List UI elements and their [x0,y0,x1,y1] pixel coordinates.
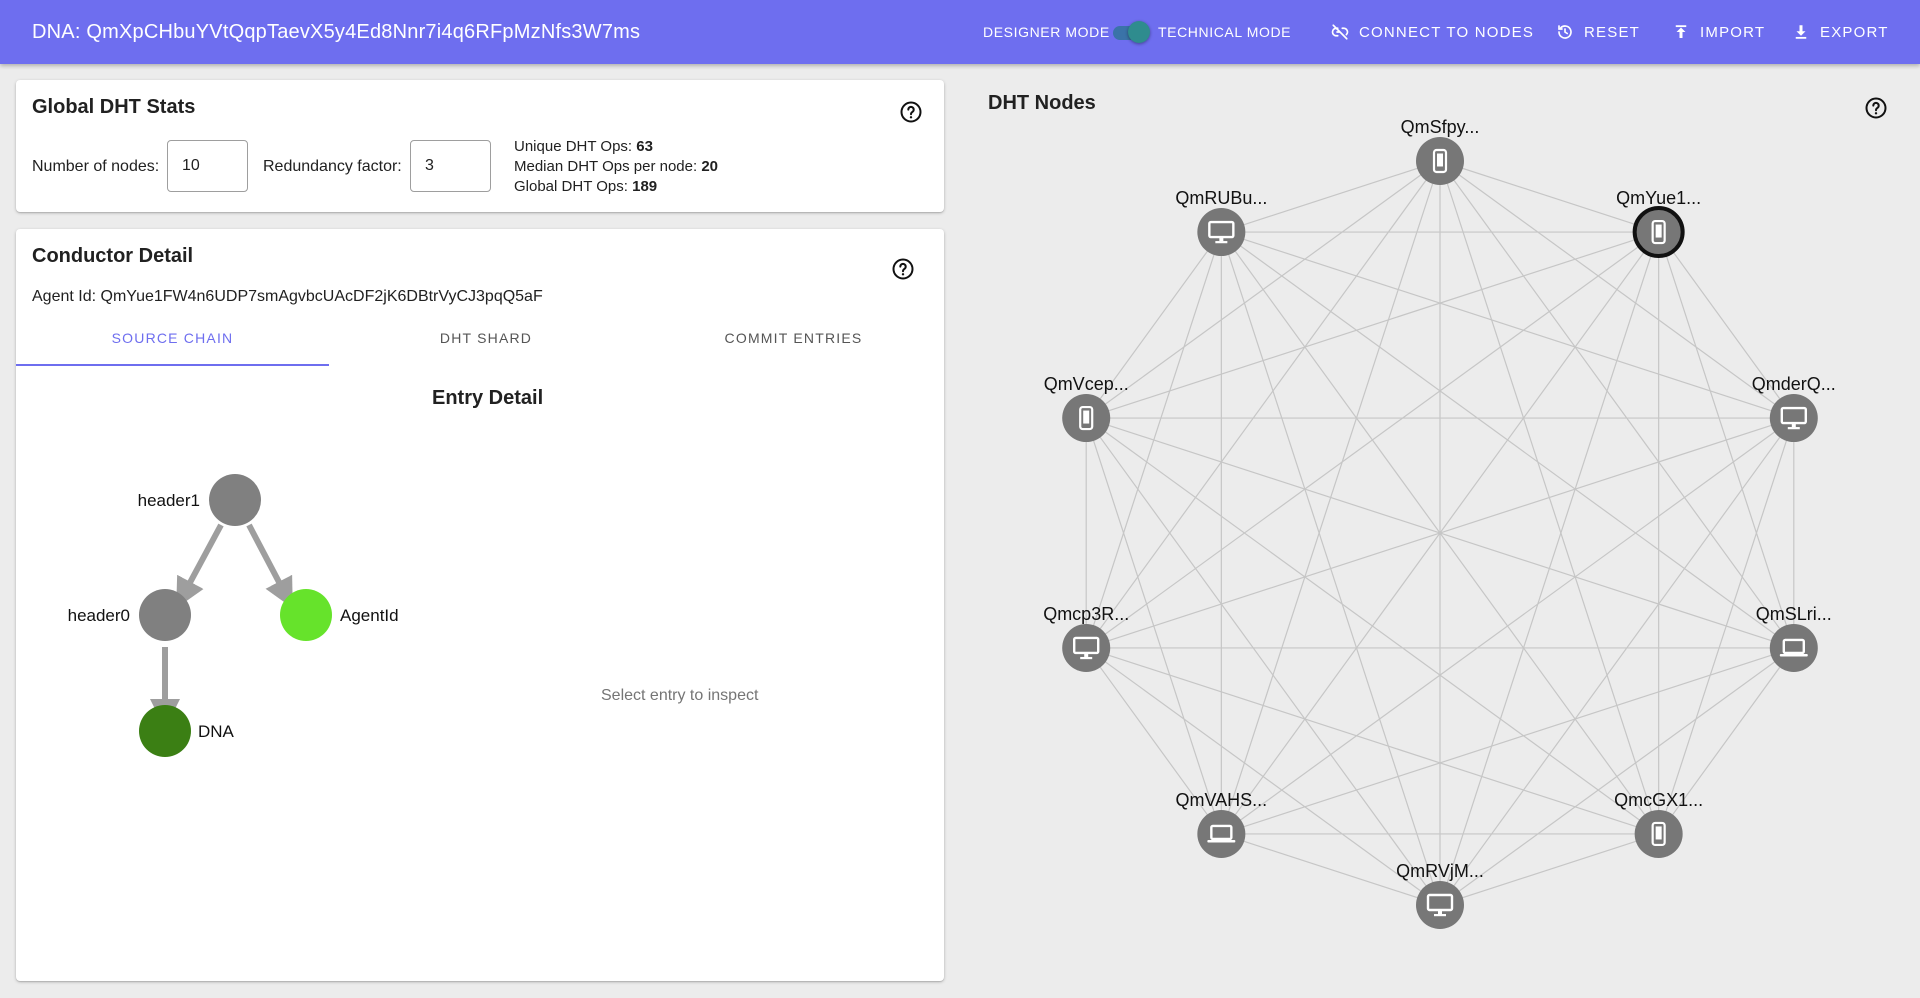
dht-ops-stats: Unique DHT Ops: 63 Median DHT Ops per no… [514,137,718,197]
tab-indicator [16,364,329,366]
chain-node-dna[interactable]: DNA [139,705,235,757]
dht-edge [1085,417,1222,835]
dht-node-label: QmRUBu... [1175,188,1267,208]
redundancy-factor-input[interactable] [410,140,491,192]
global-ops-row: Global DHT Ops: 189 [514,177,718,197]
dht-edge [1085,417,1660,835]
dht-edge [1085,231,1222,649]
help-icon[interactable] [899,100,923,124]
chain-node-label: header1 [138,491,200,510]
dht-node-circle [1769,623,1818,672]
connect-to-nodes-button[interactable]: CONNECT TO NODES [1331,14,1534,50]
import-label: IMPORT [1700,23,1766,41]
chain-node-label: AgentId [340,606,399,625]
reset-label: RESET [1584,23,1641,41]
reset-button[interactable]: RESET [1556,14,1640,50]
chain-node-header1[interactable]: header1 [138,474,261,526]
dht-edge [1439,417,1795,906]
export-label: EXPORT [1820,23,1889,41]
agent-id-label: Agent Id: [32,288,97,305]
entry-detail-title: Entry Detail [432,387,544,409]
agent-id-row: Agent Id: QmYue1FW4n6UDP7smAgvbcUAcDF2jK… [32,288,543,306]
upload-icon [1675,25,1687,38]
dht-edge [1439,160,1795,649]
dht-node-label: QmRVjM... [1396,861,1484,881]
source-chain-graph: header1 header0 AgentId DNA [68,474,399,757]
global-stats-card: Global DHT Stats Number of nodes: Redund… [16,80,944,212]
dht-edge [1085,647,1441,906]
technical-mode-label: TECHNICAL MODE [1158,24,1292,40]
unique-ops-label: Unique DHT Ops: [514,138,633,155]
global-ops-value: 189 [632,178,658,195]
conductor-detail-card: Conductor Detail Agent Id: QmYue1FW4n6UD… [16,229,944,981]
entry-placeholder: Select entry to inspect [601,687,759,704]
tab-dht-shard[interactable]: DHT SHARD [329,310,643,366]
dht-node-label: QmSLri... [1756,604,1832,624]
redundancy-label: Redundancy factor: [263,158,402,175]
dht-node-circle [1416,881,1464,929]
global-ops-label: Global DHT Ops: [514,178,628,195]
chain-edge [176,523,224,609]
import-button[interactable]: IMPORT [1672,14,1765,50]
dht-node-circle [1769,394,1818,443]
conductor-detail-title: Conductor Detail [32,245,194,267]
dht-node-label: QmVAHS... [1176,790,1268,810]
link-off-icon [1331,24,1349,40]
dht-edge [1085,160,1441,649]
dht-node-label: QmderQ... [1752,374,1836,394]
number-of-nodes-input[interactable] [167,140,248,192]
dht-edge [1221,231,1794,419]
chain-node-agentid[interactable]: AgentId [280,589,399,641]
history-icon [1558,25,1572,39]
chain-node-header0[interactable]: header0 [68,589,191,641]
nodes-label: Number of nodes: [32,158,160,175]
dht-node-label: QmcGX1... [1614,790,1703,810]
tab-source-chain[interactable]: SOURCE CHAIN [16,310,329,366]
chain-node-label: header0 [68,606,130,625]
global-stats-title: Global DHT Stats [32,96,196,118]
tab-commit-entries[interactable]: COMMIT ENTRIES [643,310,944,366]
dht-node-circle [1062,623,1111,672]
dht-node-label: QmSfpy... [1401,117,1480,137]
chain-node-label: DNA [198,722,235,741]
conductor-tabs: SOURCE CHAIN DHT SHARD COMMIT ENTRIES [16,310,944,366]
median-ops-value: 20 [701,158,719,175]
median-ops-label: Median DHT Ops per node: [514,158,698,175]
help-icon[interactable] [891,257,915,281]
dna-title: DNA: QmXpCHbuYVtQqpTaevX5y4Ed8Nnr7i4q6RF… [32,21,641,43]
chain-edge [246,523,293,609]
dht-edge [1086,647,1659,835]
dht-node-qmsfpy[interactable]: QmSfpy... [1401,117,1480,185]
toggle-thumb [1128,21,1150,43]
dht-edge [1220,231,1795,649]
median-ops-row: Median DHT Ops per node: 20 [514,157,718,177]
unique-ops-value: 63 [636,138,653,155]
dht-node-label: QmYue1... [1616,188,1701,208]
dht-network-graph: QmSfpy... QmYue1... QmderQ... QmSLri... QmcG… [1043,117,1836,929]
dht-node-circle [1197,208,1246,257]
dht-edge [1085,417,1441,906]
app-bar: DNA: QmXpCHbuYVtQqpTaevX5y4Ed8Nnr7i4q6RF… [0,0,1920,64]
mode-toggle[interactable] [1111,20,1151,44]
dht-node-label: QmVcep... [1044,374,1129,394]
connect-to-nodes-label: CONNECT TO NODES [1359,23,1535,41]
dht-edge [1221,647,1794,835]
dht-node-qmslri[interactable]: QmSLri... [1756,604,1832,672]
unique-ops-row: Unique DHT Ops: 63 [514,137,718,157]
dht-edge [1086,231,1659,419]
download-icon [1795,25,1807,39]
export-button[interactable]: EXPORT [1792,14,1889,50]
agent-id-value: QmYue1FW4n6UDP7smAgvbcUAcDF2jK6DBtrVyCJ3… [100,288,543,305]
dht-node-label: Qmcp3R... [1043,604,1129,624]
designer-mode-label: DESIGNER MODE [983,24,1110,40]
dht-node-circle [1197,809,1246,858]
